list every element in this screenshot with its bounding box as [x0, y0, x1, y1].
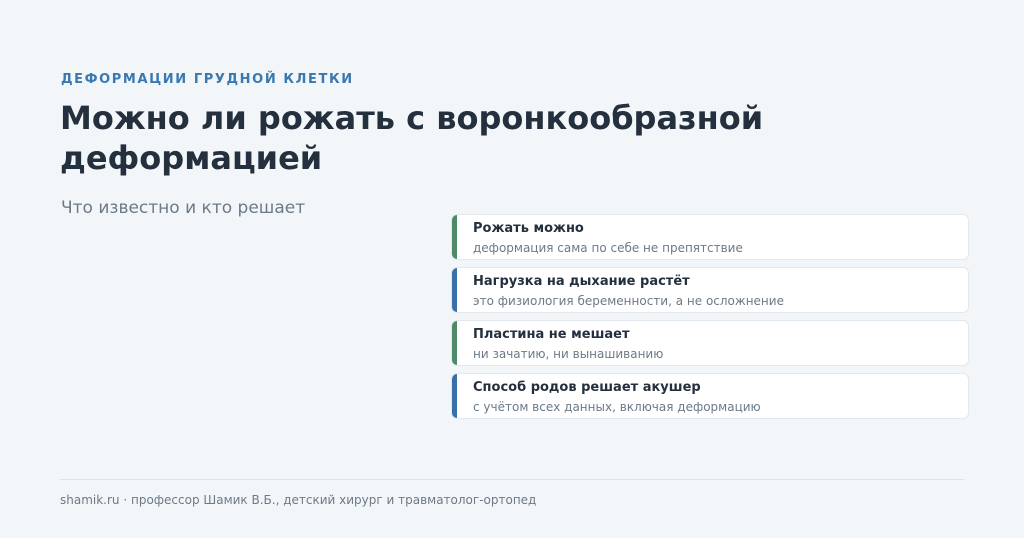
- fact-card-subtitle: ни зачатию, ни вынашиванию: [473, 347, 664, 361]
- fact-card: Нагрузка на дыхание растёт это физиологи…: [451, 267, 969, 313]
- accent-bar: [452, 268, 457, 312]
- fact-card-subtitle: это физиология беременности, а не осложн…: [473, 294, 784, 308]
- footer-credit: shamik.ru · профессор Шамик В.Б., детски…: [60, 493, 537, 507]
- fact-card: Рожать можно деформация сама по себе не …: [451, 214, 969, 260]
- accent-bar: [452, 374, 457, 418]
- fact-card: Пластина не мешает ни зачатию, ни вынаши…: [451, 320, 969, 366]
- fact-card: Способ родов решает акушер с учётом всех…: [451, 373, 969, 419]
- fact-card-title: Рожать можно: [473, 221, 584, 236]
- eyebrow-label: ДЕФОРМАЦИИ ГРУДНОЙ КЛЕТКИ: [61, 72, 354, 87]
- accent-bar: [452, 215, 457, 259]
- fact-card-title: Пластина не мешает: [473, 327, 630, 342]
- fact-card-subtitle: с учётом всех данных, включая деформацию: [473, 400, 761, 414]
- footer-divider: [60, 479, 964, 480]
- accent-bar: [452, 321, 457, 365]
- fact-card-subtitle: деформация сама по себе не препятствие: [473, 241, 743, 255]
- page-title: Можно ли рожать с воронкообразной деформ…: [60, 99, 764, 177]
- page-subtitle: Что известно и кто решает: [61, 198, 306, 218]
- fact-cards-list: Рожать можно деформация сама по себе не …: [451, 214, 969, 426]
- fact-card-title: Нагрузка на дыхание растёт: [473, 274, 690, 289]
- fact-card-title: Способ родов решает акушер: [473, 380, 701, 395]
